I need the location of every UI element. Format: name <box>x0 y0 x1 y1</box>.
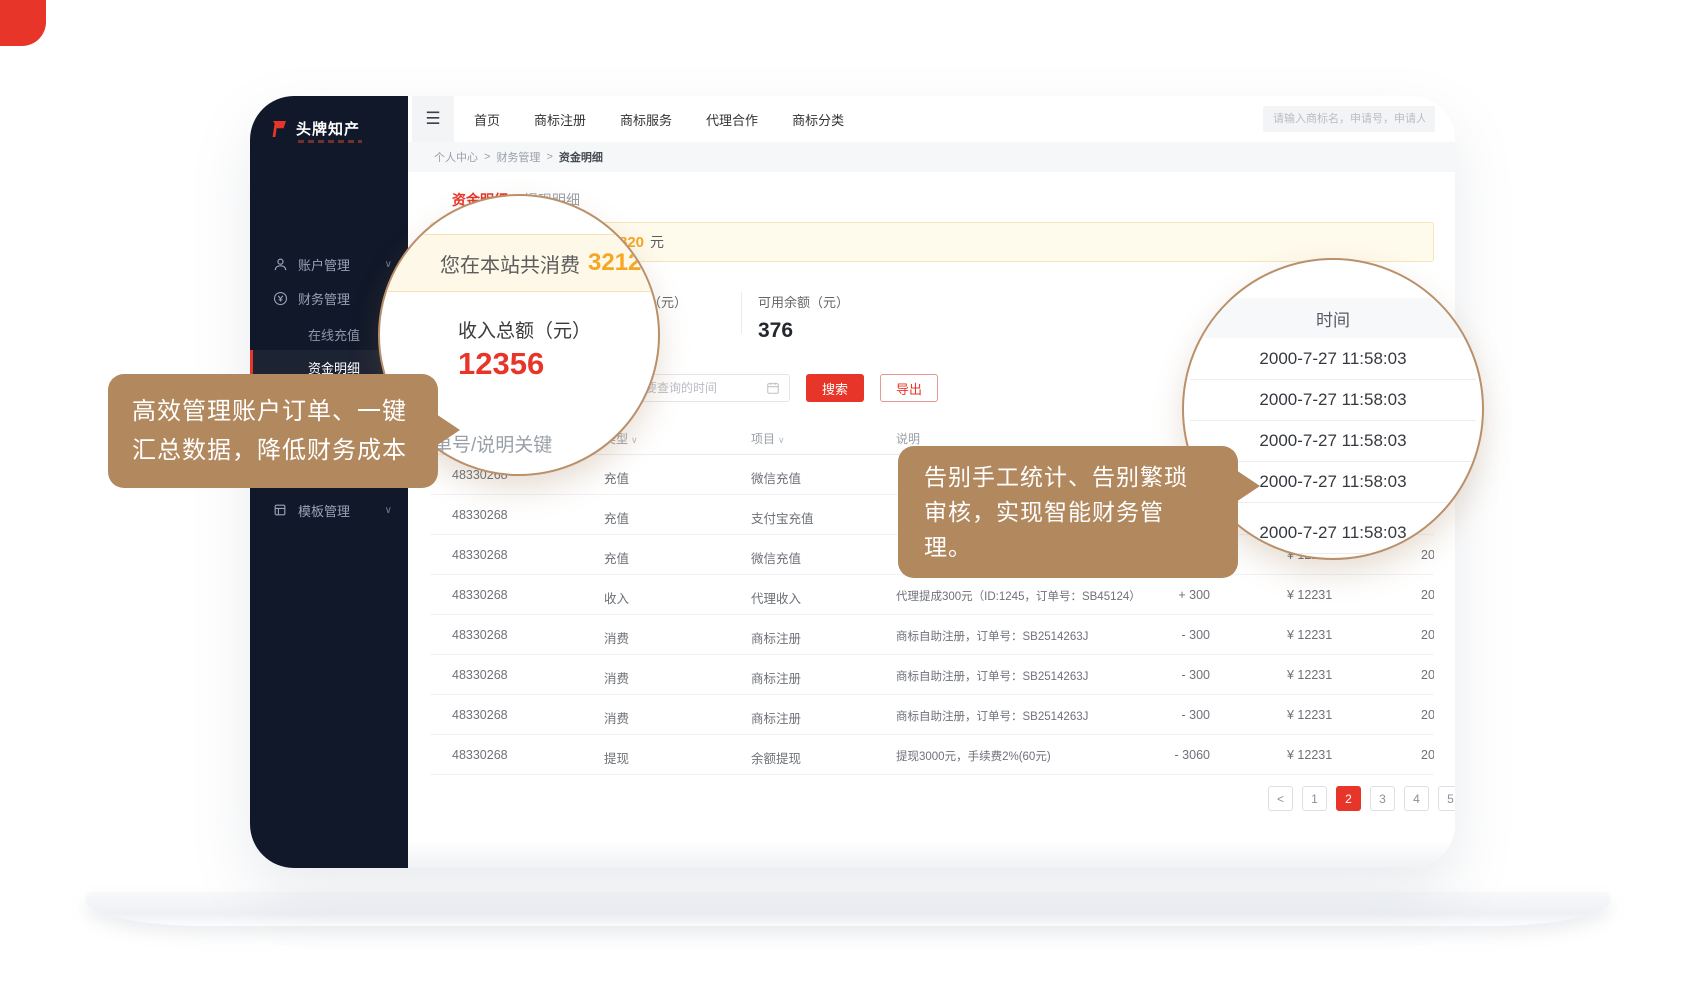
magnified-banner-amount: 32124 <box>588 249 655 277</box>
table-row: 48330268消费 商标注册商标自助注册，订单号：SB2514263J - 3… <box>430 615 1434 655</box>
magnified-stat-value: 12356 <box>458 346 544 382</box>
table-row: 48330268消费 商标注册商标自助注册，订单号：SB2514263J - 3… <box>430 695 1434 735</box>
user-icon <box>272 256 288 272</box>
magnified-banner: 您在本站共消费 32124 元 <box>378 234 660 292</box>
template-icon <box>272 502 288 518</box>
finance-icon <box>272 290 288 306</box>
page-button-3[interactable]: 3 <box>1370 786 1395 811</box>
nav-item-home[interactable]: 首页 <box>474 110 500 129</box>
nav-item-trademark-class[interactable]: 商标分类 <box>792 110 844 129</box>
nav-links: 首页 商标注册 商标服务 代理合作 商标分类 <box>474 96 844 142</box>
laptop-base <box>85 892 1611 926</box>
export-button[interactable]: 导出 <box>880 374 938 402</box>
brand-name: 头牌知产 <box>296 118 360 139</box>
search-input[interactable] <box>1263 106 1435 132</box>
magnified-time-row: 2000-7-27 11:58:03 <box>1190 338 1476 380</box>
prev-page-button[interactable]: < <box>1268 786 1293 811</box>
logo-subtext <box>298 140 362 143</box>
corner-decoration <box>0 0 46 46</box>
sidebar-item-template[interactable]: 模板管理 ∨ <box>250 494 408 526</box>
footer-strip <box>408 840 1455 868</box>
table-row: 48330268消费 商标注册商标自助注册，订单号：SB2514263J - 3… <box>430 655 1434 695</box>
sidebar-item-label: 账户管理 <box>298 255 350 274</box>
page: 头牌知产 账户管理 ∨ 财务管理 ∧ 在线充值 <box>0 0 1696 1002</box>
page-button-2-active[interactable]: 2 <box>1336 786 1361 811</box>
breadcrumb-current: 资金明细 <box>559 149 603 165</box>
sort-caret-icon: ∨ <box>631 435 638 445</box>
stat-balance: 可用余额（元） 376 <box>758 292 849 343</box>
sidebar-item-label: 财务管理 <box>298 289 350 308</box>
col-desc: 说明 <box>896 430 920 447</box>
logo-icon <box>270 119 290 139</box>
calendar-icon <box>766 381 780 395</box>
sort-caret-icon: ∨ <box>778 435 785 445</box>
pagination: < 1 2 3 4 5 <box>1268 786 1455 811</box>
tooltip-arrow <box>436 414 460 446</box>
tooltip-arrow <box>1236 470 1260 502</box>
chevron-down-icon: ∨ <box>385 505 392 516</box>
nav-item-trademark-register[interactable]: 商标注册 <box>534 110 586 129</box>
breadcrumb-separator: > <box>484 151 490 163</box>
page-button-1[interactable]: 1 <box>1302 786 1327 811</box>
col-project[interactable]: 项目∨ <box>751 430 785 447</box>
magnified-time-header: 时间 <box>1184 298 1482 338</box>
tooltip-right: 告别手工统计、告别繁琐 审核，实现智能财务管 理。 <box>898 446 1238 578</box>
page-button-5[interactable]: 5 <box>1438 786 1455 811</box>
table-row: 48330268收入 代理收入代理提成300元（ID:1245，订单号：SB45… <box>430 575 1434 615</box>
table-row: 48330268提现 余额提现提现3000元，手续费2%(60元) - 3060… <box>430 735 1434 775</box>
menu-icon[interactable]: ☰ <box>412 96 454 142</box>
magnified-time-row: 2000-7-27 11:58:03 <box>1190 379 1476 421</box>
divider <box>741 292 742 334</box>
search-button[interactable]: 搜索 <box>806 374 864 402</box>
nav-item-agent[interactable]: 代理合作 <box>706 110 758 129</box>
breadcrumb-part[interactable]: 财务管理 <box>496 149 540 165</box>
magnified-stat-label: 收入总额（元） <box>458 316 591 343</box>
breadcrumb-separator: > <box>546 151 552 163</box>
logo: 头牌知产 <box>270 118 360 139</box>
nav-item-trademark-service[interactable]: 商标服务 <box>620 110 672 129</box>
breadcrumb: 个人中心 > 财务管理 > 资金明细 <box>408 142 1455 172</box>
breadcrumb-part[interactable]: 个人中心 <box>434 149 478 165</box>
tooltip-left: 高效管理账户订单、一键 汇总数据，降低财务成本 <box>108 374 438 488</box>
sidebar-item-label: 模板管理 <box>298 501 350 520</box>
page-button-4[interactable]: 4 <box>1404 786 1429 811</box>
top-nav: ☰ 首页 商标注册 商标服务 代理合作 商标分类 <box>408 96 1455 143</box>
